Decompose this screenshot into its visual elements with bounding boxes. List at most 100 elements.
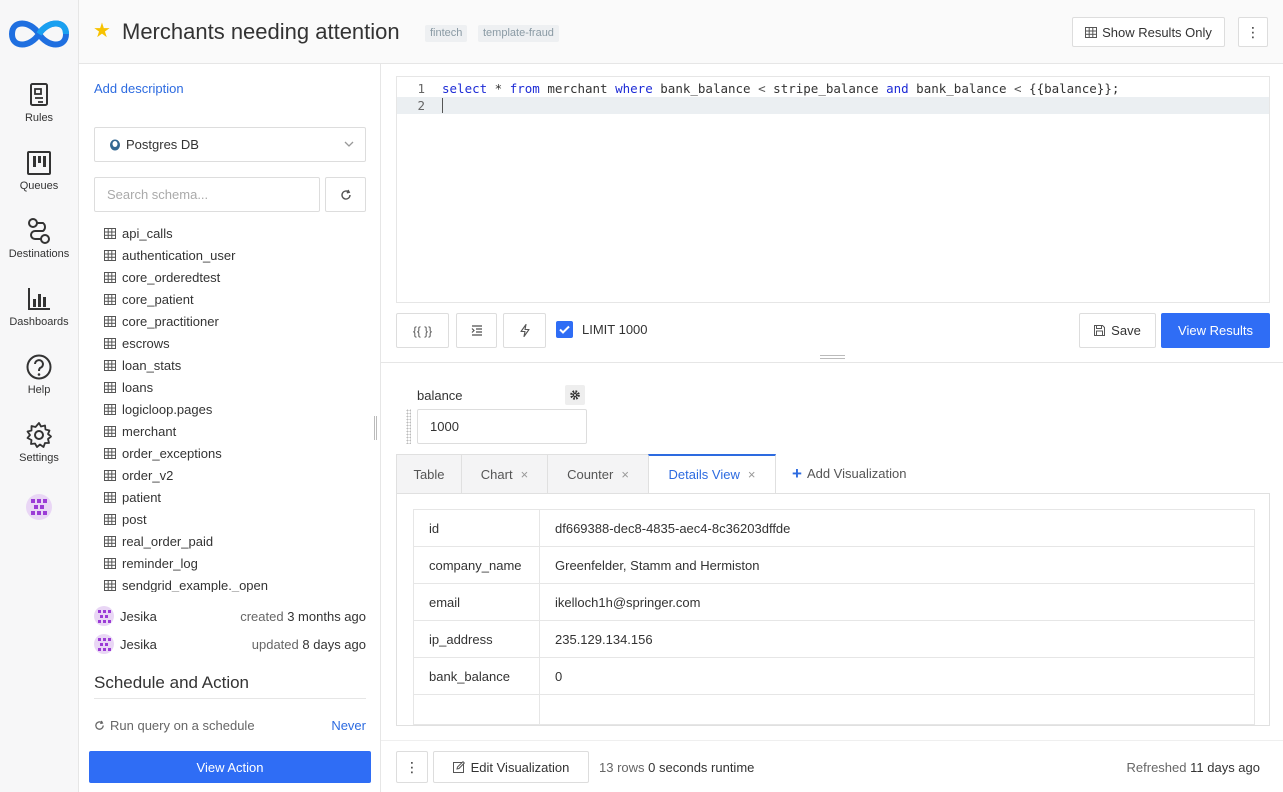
editor-resize-handle[interactable]: [820, 355, 845, 359]
checkmark-icon: [559, 325, 570, 334]
schema-table-item[interactable]: logicloop.pages: [104, 398, 374, 420]
updated-by: Jesika: [120, 636, 157, 652]
sql-editor[interactable]: 1 select * from merchant where bank_bala…: [396, 76, 1270, 303]
plus-icon: +: [792, 463, 802, 483]
tag-template-fraud[interactable]: template-fraud: [478, 25, 559, 42]
refresh-schema-button[interactable]: [325, 177, 366, 212]
nav-destinations[interactable]: Destinations: [0, 217, 78, 260]
page-title[interactable]: Merchants needing attention: [122, 19, 400, 45]
parameter-drag-handle[interactable]: [406, 409, 411, 444]
tab-details-view[interactable]: Details View ×: [648, 454, 776, 494]
nav-queues-label: Queues: [19, 180, 59, 192]
tab-details-view-label: Details View: [668, 467, 740, 482]
datasource-select[interactable]: Postgres DB: [94, 127, 366, 162]
nav-settings-label: Settings: [19, 452, 59, 464]
tab-chart[interactable]: Chart ×: [461, 454, 548, 494]
tab-counter[interactable]: Counter ×: [547, 454, 649, 494]
add-description-link[interactable]: Add description: [94, 81, 184, 96]
parameter-value-input[interactable]: [417, 409, 587, 444]
schema-table-item[interactable]: post: [104, 508, 374, 530]
refresh-icon: [95, 720, 104, 730]
schema-table-item[interactable]: api_calls: [104, 222, 374, 244]
table-icon: [104, 447, 116, 459]
schema-table-item[interactable]: real_order_paid: [104, 530, 374, 552]
user-avatar-icon[interactable]: [26, 494, 52, 520]
schema-table-name: api_calls: [122, 225, 173, 241]
table-icon: [104, 425, 116, 437]
autocomplete-button[interactable]: [503, 313, 546, 348]
schema-table-item[interactable]: order_exceptions: [104, 442, 374, 464]
schema-table-item[interactable]: core_orderedtest: [104, 266, 374, 288]
schema-table-name: post: [122, 511, 147, 527]
schema-table-name: patient: [122, 489, 162, 505]
details-value: 0: [539, 657, 1255, 695]
sidebar-resize-handle[interactable]: [374, 416, 377, 440]
limit-toggle[interactable]: LIMIT 1000: [556, 321, 648, 338]
refreshed-info: Refreshed 11 days ago: [1127, 760, 1260, 775]
schema-table-name: order_exceptions: [122, 445, 222, 461]
nav-queues[interactable]: Queues: [0, 149, 78, 192]
limit-checkbox[interactable]: [556, 321, 573, 338]
created-time: created 3 months ago: [240, 609, 366, 624]
results-menu-button[interactable]: ⋮: [396, 751, 428, 783]
schema-table-item[interactable]: reminder_log: [104, 552, 374, 574]
nav-rules[interactable]: Rules: [0, 81, 78, 124]
table-icon: [104, 227, 116, 239]
table-icon: [104, 381, 116, 393]
edit-visualization-button[interactable]: Edit Visualization: [433, 751, 589, 783]
indent-icon: [471, 325, 482, 336]
logo-icon[interactable]: [6, 16, 72, 52]
schema-table-item[interactable]: merchant: [104, 420, 374, 442]
favorite-star-icon[interactable]: ★: [93, 21, 111, 41]
schema-table-item[interactable]: loans: [104, 376, 374, 398]
details-row: company_name Greenfelder, Stamm and Hermi…: [413, 546, 1255, 584]
details-value: df669388-dec8-4835-aec4-8c36203dffde: [539, 509, 1255, 547]
tab-table[interactable]: Table: [396, 454, 462, 494]
schema-search-input[interactable]: [94, 177, 320, 212]
add-visualization-button[interactable]: + Add Visualization: [792, 463, 906, 483]
kebab-icon: ⋮: [1246, 24, 1260, 40]
parameter-settings-button[interactable]: [565, 385, 585, 405]
schema-table-item[interactable]: authentication_user: [104, 244, 374, 266]
schema-table-item[interactable]: core_practitioner: [104, 310, 374, 332]
more-menu-button[interactable]: ⋮: [1238, 17, 1268, 47]
schema-table-item[interactable]: loan_stats: [104, 354, 374, 376]
add-parameter-button[interactable]: {{ }}: [396, 313, 449, 348]
schedule-never-link[interactable]: Never: [331, 718, 366, 733]
nav-help[interactable]: Help: [0, 353, 78, 396]
created-by: Jesika: [120, 608, 157, 624]
tag-fintech[interactable]: fintech: [425, 25, 468, 42]
schema-table-item[interactable]: patient: [104, 486, 374, 508]
schema-table-item[interactable]: escrows: [104, 332, 374, 354]
avatar: [94, 606, 114, 626]
schema-table-name: escrows: [122, 335, 170, 351]
result-stats: 13 rows 0 seconds runtime: [599, 760, 754, 775]
close-icon[interactable]: ×: [748, 467, 756, 482]
kebab-icon: ⋮: [405, 758, 419, 775]
table-icon: [104, 579, 116, 591]
schema-table-item[interactable]: order_v2: [104, 464, 374, 486]
details-row: email ikelloch1h@springer.com: [413, 583, 1255, 621]
table-icon: [104, 491, 116, 503]
schema-table-name: core_patient: [122, 291, 194, 307]
nav-dashboards[interactable]: Dashboards: [0, 285, 78, 328]
show-results-only-button[interactable]: Show Results Only: [1072, 17, 1225, 47]
footer-divider: [381, 740, 1283, 741]
schema-table-item[interactable]: core_patient: [104, 288, 374, 310]
table-icon: [104, 359, 116, 371]
nav-rules-label: Rules: [24, 112, 54, 124]
schema-table-name: reminder_log: [122, 555, 198, 571]
details-value: ikelloch1h@springer.com: [539, 583, 1255, 621]
view-action-button[interactable]: View Action: [89, 751, 371, 783]
format-query-button[interactable]: [456, 313, 497, 348]
close-icon[interactable]: ×: [521, 467, 529, 482]
details-key: bank_balance: [413, 657, 540, 695]
nav-settings[interactable]: Settings: [0, 421, 78, 464]
editor-divider: [381, 362, 1283, 363]
save-button[interactable]: Save: [1079, 313, 1156, 348]
view-results-button[interactable]: View Results: [1161, 313, 1270, 348]
close-icon[interactable]: ×: [621, 467, 629, 482]
schema-table-name: authentication_user: [122, 247, 236, 263]
schema-table-item[interactable]: sendgrid_example._open: [104, 574, 374, 592]
refresh-icon: [340, 189, 351, 200]
